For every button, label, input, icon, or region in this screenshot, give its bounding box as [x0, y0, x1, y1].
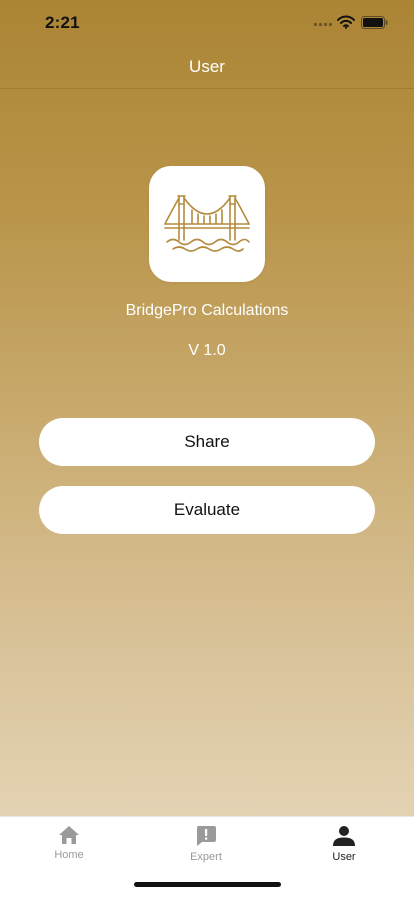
page-title: User — [189, 57, 225, 76]
signal-dots-icon — [313, 22, 333, 27]
user-icon — [333, 826, 355, 846]
home-icon — [59, 826, 79, 844]
tab-user[interactable]: User — [304, 825, 384, 873]
app-logo — [149, 166, 265, 282]
app-version: V 1.0 — [188, 342, 226, 359]
tab-home[interactable]: Home — [29, 825, 109, 873]
bridge-icon — [164, 195, 250, 252]
navigation-bar: User — [0, 46, 414, 89]
status-bar: 2:21 — [0, 0, 414, 46]
expert-feedback-icon — [196, 826, 216, 846]
home-indicator — [134, 882, 281, 887]
wifi-icon — [337, 15, 355, 29]
tab-user-label: User — [332, 851, 356, 863]
share-button[interactable]: Share — [39, 418, 375, 466]
tab-expert[interactable]: Expert — [166, 825, 246, 873]
evaluate-button[interactable]: Evaluate — [39, 486, 375, 534]
status-time: 2:21 — [45, 13, 80, 32]
tab-home-label: Home — [54, 849, 84, 861]
user-screen: 2:21 User BridgePro Calculations V 1.0 S… — [0, 0, 414, 816]
tab-expert-label: Expert — [190, 851, 222, 863]
battery-icon — [361, 16, 388, 29]
app-name: BridgePro Calculations — [125, 302, 289, 319]
